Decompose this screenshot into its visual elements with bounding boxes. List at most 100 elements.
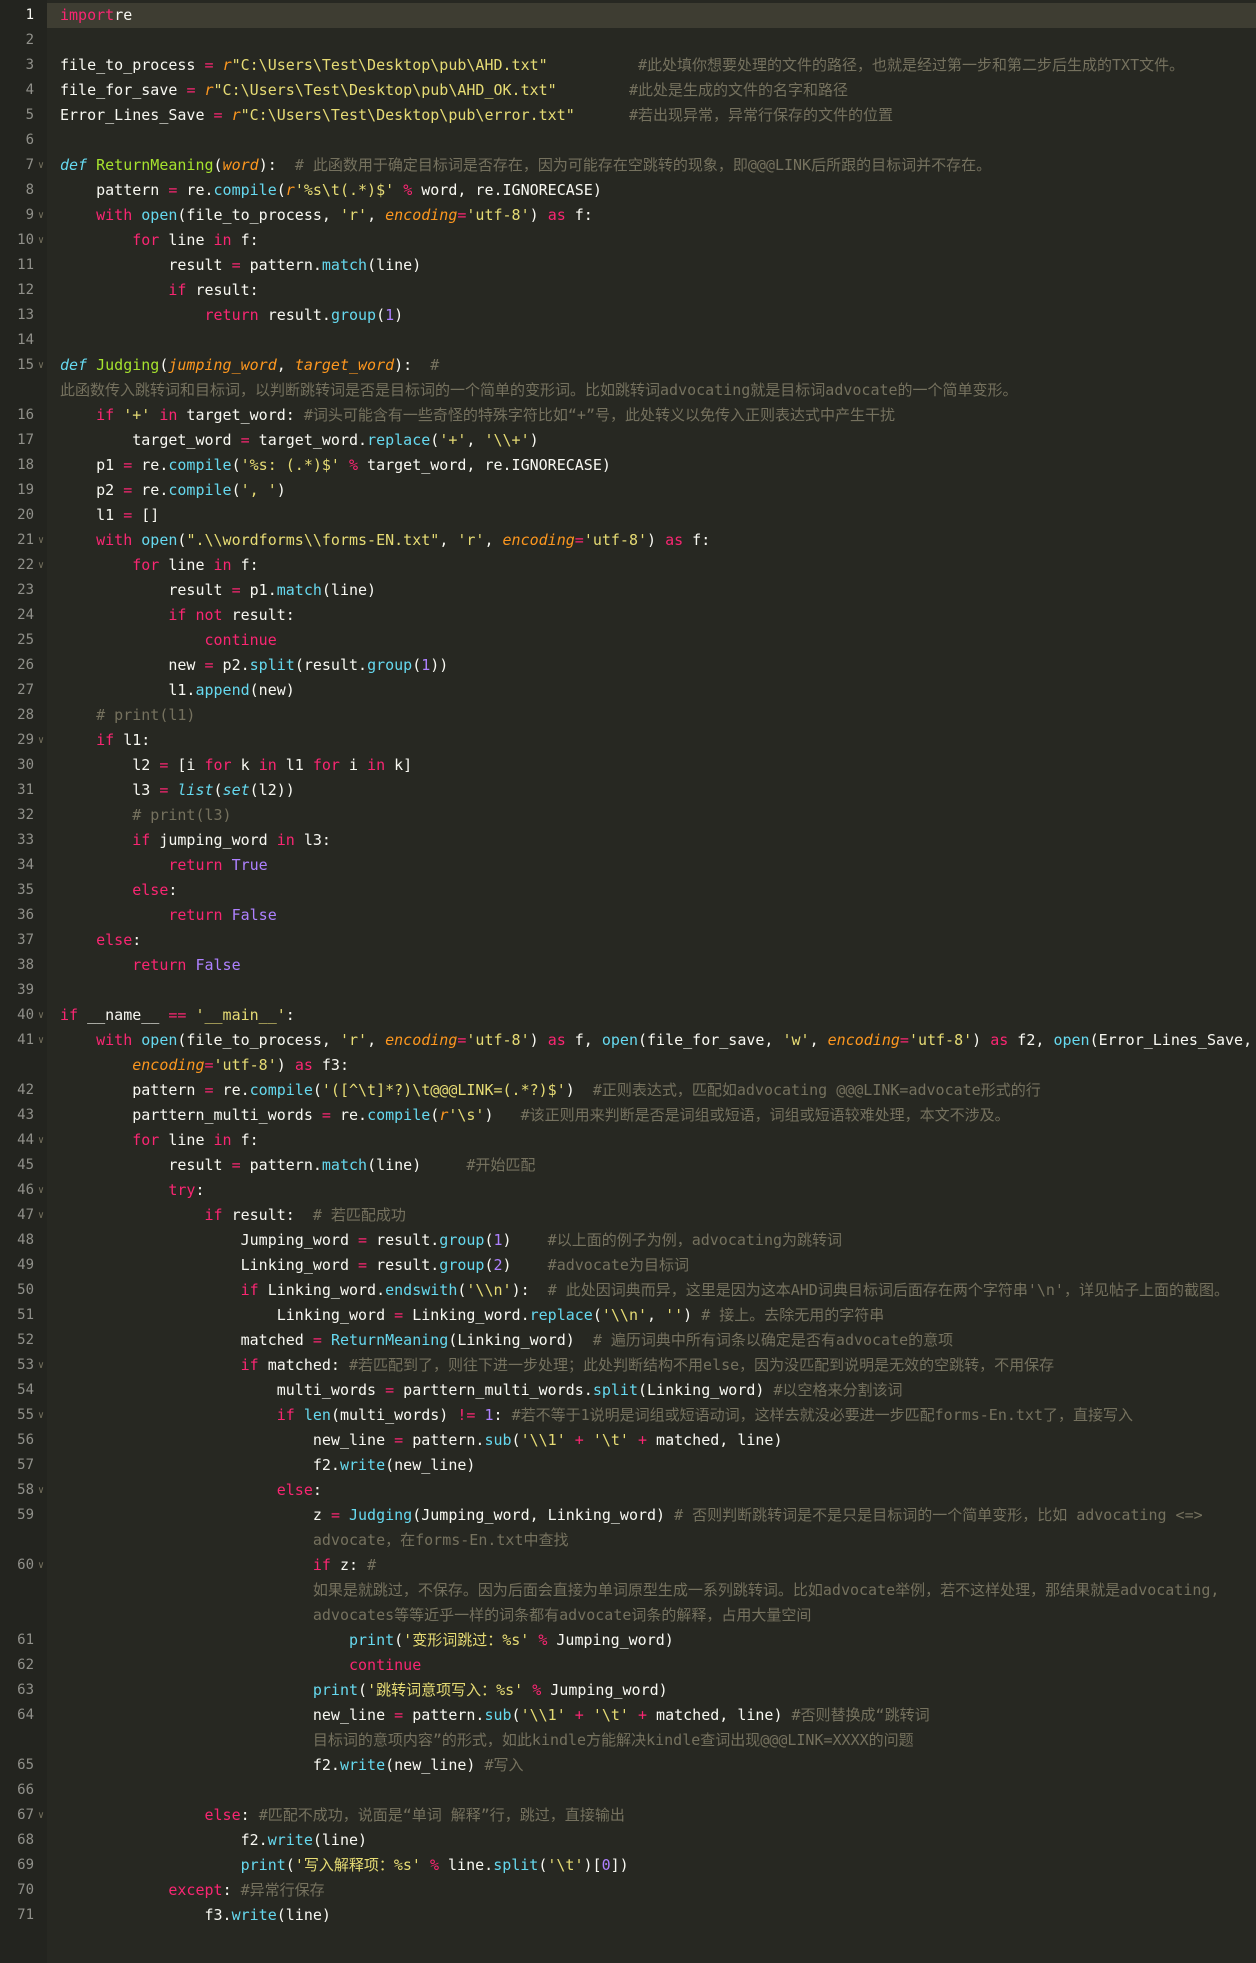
code-line[interactable]: result = pattern.match(line) #开始匹配: [60, 1153, 535, 1178]
code-line[interactable]: for line in f:: [60, 1128, 258, 1153]
code-line[interactable]: if result: # 若匹配成功: [60, 1203, 406, 1228]
code-line[interactable]: with open(".\\wordforms\\forms-EN.txt", …: [60, 528, 710, 553]
code-line[interactable]: try:: [60, 1178, 204, 1203]
chevron-down-icon[interactable]: ∨: [36, 1478, 46, 1503]
code-line[interactable]: def ReturnMeaning(word): # 此函数用于确定目标词是否存…: [60, 153, 991, 178]
chevron-down-icon[interactable]: ∨: [36, 1128, 46, 1153]
code-token: +: [574, 1706, 584, 1724]
code-line[interactable]: l1 = []: [60, 503, 159, 528]
code-line[interactable]: if not result:: [60, 603, 294, 628]
code-line-wrap[interactable]: encoding='utf-8') as f3:: [60, 1053, 349, 1078]
chevron-down-icon[interactable]: ∨: [36, 353, 46, 378]
chevron-down-icon[interactable]: ∨: [36, 1553, 46, 1578]
code-line[interactable]: if matched: #若匹配到了，则往下进一步处理；此处判断结构不用else…: [60, 1353, 1055, 1378]
code-line[interactable]: Linking_word = result.group(2) #advocate…: [60, 1253, 689, 1278]
code-token: group: [439, 1256, 485, 1274]
chevron-down-icon[interactable]: ∨: [36, 528, 46, 553]
code-line[interactable]: f2.write(new_line): [60, 1453, 476, 1478]
code-line[interactable]: file_for_save = r"C:\Users\Test\Desktop\…: [60, 78, 848, 103]
code-line[interactable]: new_line = pattern.sub('\\1' + '\t' + ma…: [60, 1703, 930, 1728]
chevron-down-icon[interactable]: ∨: [36, 228, 46, 253]
code-line[interactable]: result = pattern.match(line): [60, 253, 421, 278]
code-line[interactable]: else:: [60, 878, 177, 903]
code-line[interactable]: # print(l3): [60, 803, 231, 828]
code-token: #该正则用来判断是否是词组或短语，词组或短语较难处理，本文不涉及。: [520, 1106, 1010, 1124]
code-line[interactable]: with open(file_to_process, 'r', encoding…: [60, 1028, 1256, 1053]
code-line[interactable]: if z: #: [60, 1553, 376, 1578]
code-line[interactable]: if Linking_word.endswith('\\n'): # 此处因词典…: [60, 1278, 1229, 1303]
code-token: ,: [439, 531, 458, 549]
code-line[interactable]: if result:: [60, 278, 258, 303]
chevron-down-icon[interactable]: ∨: [36, 203, 46, 228]
chevron-down-icon[interactable]: ∨: [36, 153, 46, 178]
code-line[interactable]: else:: [60, 1478, 322, 1503]
code-line[interactable]: new_line = pattern.sub('\\1' + '\t' + ma…: [60, 1428, 783, 1453]
code-line[interactable]: multi_words = parttern_multi_words.split…: [60, 1378, 903, 1403]
code-line[interactable]: f3.write(line): [60, 1903, 330, 1928]
code-line[interactable]: l2 = [i for k in l1 for i in k]: [60, 753, 412, 778]
code-line[interactable]: p2 = re.compile(', '): [60, 478, 286, 503]
code-line[interactable]: f2.write(line): [60, 1828, 367, 1853]
code-line[interactable]: for line in f:: [60, 553, 258, 578]
chevron-down-icon[interactable]: ∨: [36, 1203, 46, 1228]
code-line[interactable]: new = p2.split(result.group(1)): [60, 653, 448, 678]
code-editor[interactable]: 1 2 3 4 5 6 7 ∨ 8 9 ∨ 10 ∨ 11 12 13 14 15 ∨ 16 17 18 19 20 21 ∨ 22…: [0, 0, 1256, 1963]
code-line[interactable]: Linking_word = Linking_word.replace('\\n…: [60, 1303, 885, 1328]
code-line[interactable]: result = p1.match(line): [60, 578, 376, 603]
code-line[interactable]: Error_Lines_Save = r"C:\Users\Test\Deskt…: [60, 103, 893, 128]
code-line-wrap[interactable]: advocate，在forms-En.txt中查找: [60, 1528, 569, 1553]
line-number: 7: [25, 157, 34, 173]
code-line[interactable]: matched = ReturnMeaning(Linking_word) # …: [60, 1328, 954, 1353]
code-line-wrap[interactable]: 如果是就跳过，不保存。因为后面会直接为单词原型生成一系列跳转词。比如advoca…: [60, 1578, 1220, 1603]
code-line[interactable]: if l1:: [60, 728, 150, 753]
code-line[interactable]: f2.write(new_line) #写入: [60, 1753, 524, 1778]
chevron-down-icon[interactable]: ∨: [36, 1178, 46, 1203]
chevron-down-icon[interactable]: ∨: [36, 728, 46, 753]
chevron-down-icon[interactable]: ∨: [36, 1003, 46, 1028]
chevron-down-icon[interactable]: ∨: [36, 1353, 46, 1378]
code-line[interactable]: with open(file_to_process, 'r', encoding…: [60, 203, 593, 228]
code-line[interactable]: print('跳转词意项写入：%s' % Jumping_word): [60, 1678, 668, 1703]
code-line[interactable]: continue: [60, 628, 277, 653]
code-line[interactable]: if '+' in target_word: #词头可能含有一些奇怪的特殊字符比…: [60, 403, 895, 428]
code-line[interactable]: if len(multi_words) != 1: #若不等于1说明是词组或短语…: [60, 1403, 1133, 1428]
code-line-wrap[interactable]: 目标词的意项内容”的形式，如此kindle方能解决kindle查词出现@@@LI…: [60, 1728, 914, 1753]
chevron-down-icon[interactable]: ∨: [36, 1403, 46, 1428]
code-line[interactable]: # print(l1): [60, 703, 195, 728]
code-line[interactable]: continue: [60, 1653, 421, 1678]
code-line[interactable]: target_word = target_word.replace('+', '…: [60, 428, 538, 453]
code-line-wrap[interactable]: advocates等等近乎一样的词条都有advocate词条的解释，占用大量空间: [60, 1603, 812, 1628]
code-line-wrap[interactable]: 此函数传入跳转词和目标词，以判断跳转词是否是目标词的一个简单的变形词。比如跳转词…: [60, 378, 1018, 403]
code-line[interactable]: return False: [60, 953, 240, 978]
code-line[interactable]: z = Judging(Jumping_word, Linking_word) …: [60, 1503, 1203, 1528]
code-token: pattern: [60, 1081, 205, 1099]
chevron-down-icon[interactable]: ∨: [36, 553, 46, 578]
code-line[interactable]: l1.append(new): [60, 678, 294, 703]
code-line[interactable]: else: #匹配不成功，说面是“单词 解释”行，跳过，直接输出: [60, 1803, 625, 1828]
code-line[interactable]: for line in f:: [60, 228, 258, 253]
code-line[interactable]: Jumping_word = result.group(1) #以上面的例子为例…: [60, 1228, 842, 1253]
code-line[interactable]: return result.group(1): [60, 303, 404, 328]
code-line[interactable]: importre: [60, 3, 132, 28]
code-line[interactable]: return True: [60, 853, 267, 878]
chevron-down-icon[interactable]: ∨: [36, 1028, 46, 1053]
code-line[interactable]: if jumping_word in l3:: [60, 828, 331, 853]
code-line[interactable]: pattern = re.compile(r'%s\t(.*)$' % word…: [60, 178, 602, 203]
code-token: z:: [330, 1556, 368, 1574]
code-line[interactable]: except: #异常行保存: [60, 1878, 324, 1903]
code-line[interactable]: if __name__ == '__main__':: [60, 1003, 295, 1028]
code-line[interactable]: print('写入解释项：%s' % line.split('\t')[0]): [60, 1853, 629, 1878]
code-line[interactable]: def Judging(jumping_word, target_word): …: [60, 353, 439, 378]
code-line[interactable]: pattern = re.compile('([^\t]*?)\t@@@LINK…: [60, 1078, 1040, 1103]
code-line[interactable]: else:: [60, 928, 141, 953]
chevron-down-icon[interactable]: ∨: [36, 1803, 46, 1828]
code-line[interactable]: return False: [60, 903, 276, 928]
code-token: 如果是就跳过，不保存。因为后面会直接为单词原型生成一系列跳转词。比如advoca…: [312, 1581, 1220, 1599]
code-line[interactable]: file_to_process = r"C:\Users\Test\Deskto…: [60, 53, 1184, 78]
code-line[interactable]: l3 = list(set(l2)): [60, 778, 295, 803]
code-line[interactable]: print('变形词跳过：%s' % Jumping_word): [60, 1628, 674, 1653]
code-line[interactable]: p1 = re.compile('%s: (.*)$' % target_wor…: [60, 453, 611, 478]
code-line[interactable]: parttern_multi_words = re.compile(r'\s')…: [60, 1103, 1010, 1128]
code-token: '+': [439, 431, 467, 449]
